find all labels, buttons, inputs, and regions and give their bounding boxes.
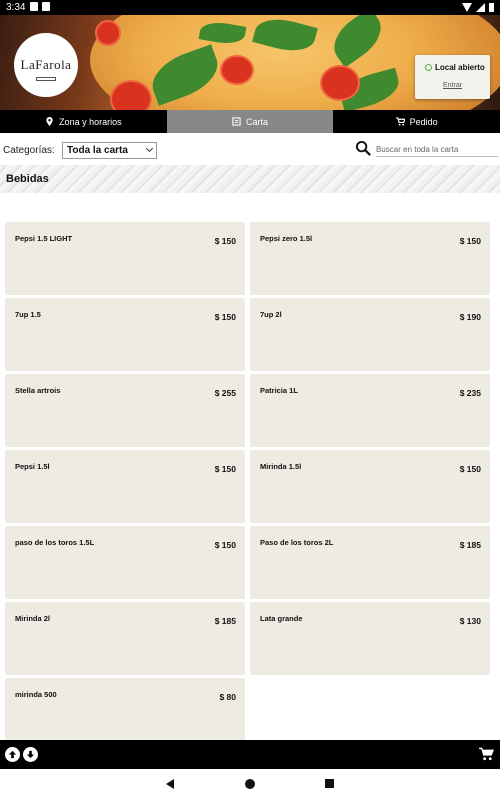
product-price: $ 130: [459, 616, 481, 626]
tomato-slice-icon: [110, 80, 152, 110]
section-title: Bebidas: [6, 173, 49, 185]
category-select[interactable]: Toda la carta: [62, 142, 157, 159]
product-price: $ 255: [214, 388, 236, 398]
product-card[interactable]: Pepsi 1.5l $ 150: [5, 450, 245, 523]
product-name: 7up 1.5: [15, 310, 41, 319]
product-price: $ 190: [459, 312, 481, 322]
main-tabs: Zona y horarios Carta Pedido: [0, 110, 500, 133]
product-name: Mirinda 2l: [15, 614, 51, 623]
product-card[interactable]: paso de los toros 1.5L $ 150: [5, 526, 245, 599]
back-icon[interactable]: [166, 779, 174, 789]
tab-label: Zona y horarios: [59, 116, 122, 127]
tab-zona-horarios[interactable]: Zona y horarios: [0, 110, 167, 133]
header-banner: LaFarola Local abierto Entrar: [0, 15, 500, 110]
product-card[interactable]: Mirinda 2l $ 185: [5, 602, 245, 675]
bottom-toolbar: [0, 740, 500, 769]
product-price: $ 80: [219, 692, 236, 702]
logo-text: LaFarola: [20, 57, 72, 72]
product-card[interactable]: 7up 1.5 $ 150: [5, 298, 245, 371]
open-indicator-icon: [425, 64, 432, 71]
home-icon[interactable]: [245, 779, 255, 789]
android-nav-bar: [0, 769, 500, 800]
restaurant-logo[interactable]: LaFarola: [14, 33, 78, 97]
logo-building-icon: [36, 77, 56, 81]
product-card[interactable]: mirinda 500 $ 80: [5, 678, 245, 740]
product-card[interactable]: Mirinda 1.5l $ 150: [250, 450, 490, 523]
product-price: $ 185: [459, 540, 481, 550]
recent-apps-icon[interactable]: [325, 779, 334, 788]
login-link[interactable]: Entrar: [443, 82, 462, 89]
scroll-up-button[interactable]: [5, 747, 20, 762]
tomato-slice-icon: [220, 55, 254, 85]
product-name: Pepsi 1.5l: [15, 462, 50, 471]
product-name: Patricia 1L: [260, 386, 298, 395]
product-price: $ 150: [214, 540, 236, 550]
product-price: $ 150: [214, 312, 236, 322]
cart-button[interactable]: [479, 747, 494, 761]
tab-carta[interactable]: Carta: [166, 110, 334, 133]
product-card[interactable]: Paso de los toros 2L $ 185: [250, 526, 490, 599]
open-status-label: Local abierto: [435, 63, 485, 72]
menu-icon: [232, 117, 241, 126]
clock: 3:34: [6, 2, 26, 13]
product-price: $ 235: [459, 388, 481, 398]
map-pin-icon: [46, 117, 53, 126]
system-icons: [462, 3, 494, 12]
product-price: $ 150: [214, 236, 236, 246]
product-card[interactable]: Stella artrois $ 255: [5, 374, 245, 447]
open-status: Local abierto: [425, 63, 485, 72]
product-name: Lata grande: [260, 614, 303, 623]
product-price: $ 185: [214, 616, 236, 626]
notification-icons: [30, 2, 50, 11]
product-name: Paso de los toros 2L: [260, 538, 334, 547]
signal-icon: [476, 3, 485, 12]
product-name: paso de los toros 1.5L: [15, 538, 95, 547]
cart-icon: [395, 117, 405, 126]
product-card[interactable]: 7up 2l $ 190: [250, 298, 490, 371]
tab-pedido[interactable]: Pedido: [333, 110, 500, 133]
product-name: Mirinda 1.5l: [260, 462, 302, 471]
status-bar: 3:34: [0, 0, 500, 15]
tab-label: Carta: [246, 116, 269, 127]
store-status-box: Local abierto Entrar: [415, 55, 490, 99]
tomato-slice-icon: [95, 20, 121, 46]
product-name: mirinda 500: [15, 690, 57, 699]
arrow-down-icon: [26, 750, 35, 759]
scroll-down-button[interactable]: [23, 747, 38, 762]
wifi-icon: [462, 3, 472, 12]
search-icon[interactable]: [355, 140, 372, 157]
battery-icon: [489, 3, 494, 12]
product-card[interactable]: Lata grande $ 130: [250, 602, 490, 675]
category-selected-value: Toda la carta: [67, 145, 128, 156]
tab-label: Pedido: [409, 116, 438, 127]
product-name: Pepsi zero 1.5l: [260, 234, 313, 243]
product-name: Pepsi 1.5 LIGHT: [15, 234, 73, 243]
section-header: Bebidas: [0, 165, 500, 193]
search-input[interactable]: [376, 142, 498, 157]
filter-bar: Categorías: Toda la carta: [0, 139, 500, 163]
product-price: $ 150: [459, 236, 481, 246]
product-price: $ 150: [459, 464, 481, 474]
chevron-down-icon: [145, 144, 154, 153]
product-card[interactable]: Patricia 1L $ 235: [250, 374, 490, 447]
product-name: Stella artrois: [15, 386, 61, 395]
product-name: 7up 2l: [260, 310, 282, 319]
arrow-up-icon: [8, 750, 17, 759]
tomato-slice-icon: [320, 65, 360, 101]
product-card[interactable]: Pepsi 1.5 LIGHT $ 150: [5, 222, 245, 295]
product-card[interactable]: Pepsi zero 1.5l $ 150: [250, 222, 490, 295]
category-label: Categorías:: [3, 145, 55, 156]
product-price: $ 150: [214, 464, 236, 474]
